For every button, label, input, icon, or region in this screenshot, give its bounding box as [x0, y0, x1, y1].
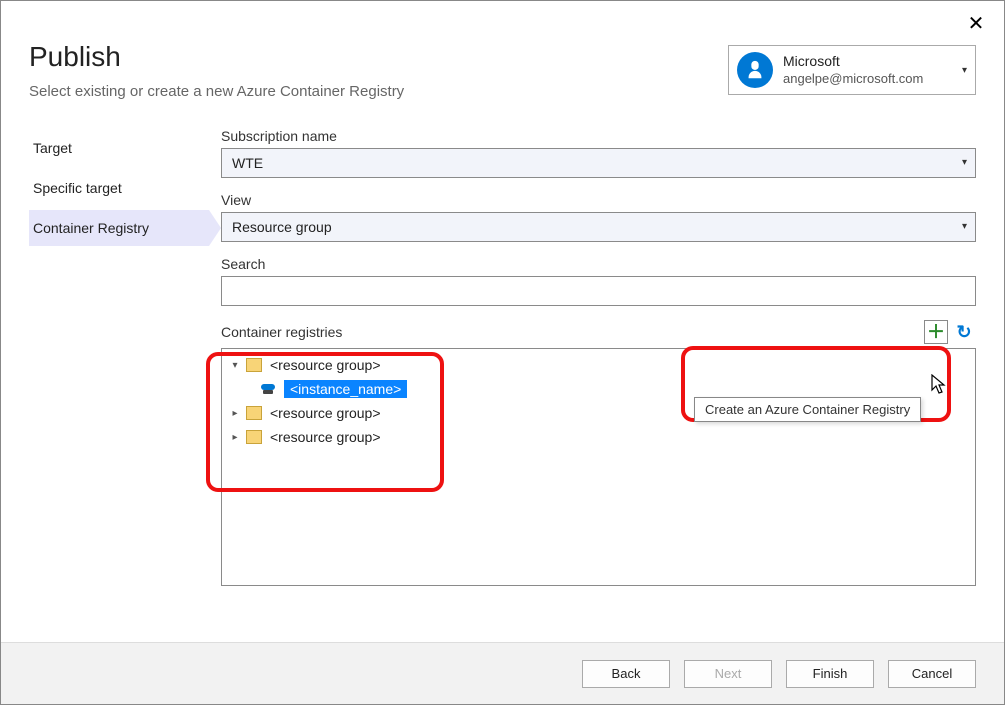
tree-toggle-expanded-icon[interactable]: ▾: [228, 360, 242, 371]
chevron-down-icon: ▾: [962, 65, 967, 76]
wizard-nav: Target Specific target Container Registr…: [29, 128, 209, 618]
folder-icon: [246, 358, 262, 372]
publish-dialog: ✕ Microsoft angelpe@microsoft.com ▾ Publ…: [0, 0, 1005, 705]
subscription-select[interactable]: WTE ▾: [221, 148, 976, 178]
nav-item-target[interactable]: Target: [29, 130, 209, 166]
tree-toggle-collapsed-icon[interactable]: ▸: [228, 408, 242, 419]
tree-label: <instance_name>: [284, 380, 407, 398]
chevron-down-icon: ▾: [962, 221, 967, 232]
container-registry-icon: [260, 381, 276, 397]
registries-tree[interactable]: ▾ <resource group> <instance_name> ▸ <re…: [221, 348, 976, 586]
finish-button[interactable]: Finish: [786, 660, 874, 688]
main-panel: Subscription name WTE ▾ View Resource gr…: [209, 128, 976, 618]
subscription-label: Subscription name: [221, 128, 976, 144]
close-icon[interactable]: ✕: [964, 11, 988, 35]
folder-icon: [246, 406, 262, 420]
cancel-button[interactable]: Cancel: [888, 660, 976, 688]
back-button[interactable]: Back: [582, 660, 670, 688]
account-selector[interactable]: Microsoft angelpe@microsoft.com ▾: [728, 45, 976, 95]
nav-label: Container Registry: [33, 220, 149, 236]
refresh-button[interactable]: ↻: [952, 320, 976, 344]
registries-label: Container registries: [221, 324, 342, 340]
tree-label: <resource group>: [270, 429, 381, 445]
view-value: Resource group: [232, 219, 332, 235]
search-input[interactable]: [221, 276, 976, 306]
account-name: Microsoft: [783, 53, 956, 71]
tree-node-resource-group[interactable]: ▾ <resource group>: [228, 353, 969, 377]
tree-label: <resource group>: [270, 405, 381, 421]
nav-item-container-registry[interactable]: Container Registry: [29, 210, 209, 246]
subscription-value: WTE: [232, 155, 263, 171]
refresh-icon: ↻: [956, 322, 971, 343]
nav-label: Specific target: [33, 180, 122, 196]
account-text: Microsoft angelpe@microsoft.com: [783, 53, 956, 87]
view-select[interactable]: Resource group ▾: [221, 212, 976, 242]
folder-icon: [246, 430, 262, 444]
next-button[interactable]: Next: [684, 660, 772, 688]
nav-item-specific-target[interactable]: Specific target: [29, 170, 209, 206]
chevron-down-icon: ▾: [962, 157, 967, 168]
create-registry-button[interactable]: ＋: [924, 320, 948, 344]
account-email: angelpe@microsoft.com: [783, 71, 956, 87]
nav-label: Target: [33, 140, 72, 156]
tree-node-resource-group[interactable]: ▸ <resource group>: [228, 425, 969, 449]
create-registry-tooltip: Create an Azure Container Registry: [694, 397, 921, 422]
dialog-footer: Back Next Finish Cancel: [1, 642, 1004, 704]
account-avatar-icon: [737, 52, 773, 88]
tree-label: <resource group>: [270, 357, 381, 373]
plus-icon: ＋: [927, 323, 945, 341]
tree-toggle-collapsed-icon[interactable]: ▸: [228, 432, 242, 443]
view-label: View: [221, 192, 976, 208]
search-label: Search: [221, 256, 976, 272]
